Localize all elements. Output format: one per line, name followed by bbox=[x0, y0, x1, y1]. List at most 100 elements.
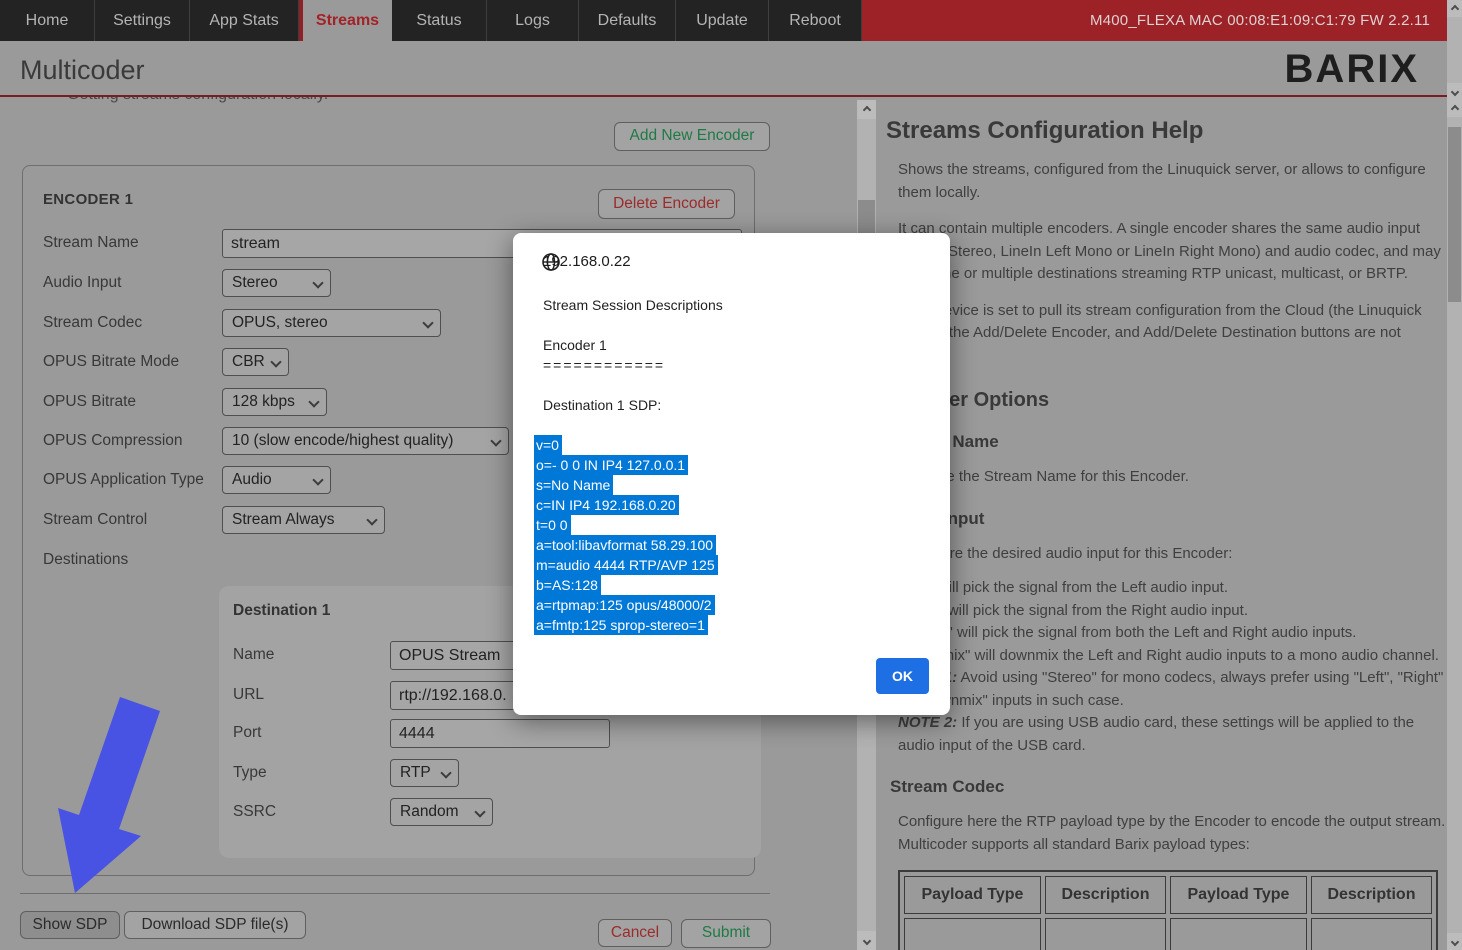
audio-input-select[interactable]: Stereo bbox=[222, 269, 331, 297]
page-header: Multicoder BARIX bbox=[0, 41, 1447, 97]
bitrate-select[interactable]: 128 kbps bbox=[222, 388, 327, 416]
scroll-down-icon[interactable] bbox=[1447, 83, 1462, 100]
submit-button[interactable]: Submit bbox=[681, 919, 771, 948]
help-audio-lines: "Left" will pick the signal from the Lef… bbox=[886, 577, 1447, 757]
compression-value: 10 (slow encode/highest quality) bbox=[232, 432, 453, 449]
dest-ssrc-select[interactable]: Random bbox=[390, 798, 493, 826]
sdp-line: a=rtpmap:125 opus/48000/2 bbox=[534, 595, 715, 615]
tab-status[interactable]: Status bbox=[392, 0, 487, 41]
chevron-down-icon bbox=[270, 356, 281, 367]
app-type-select[interactable]: Audio bbox=[222, 466, 331, 494]
dest-type-select[interactable]: RTP bbox=[390, 759, 459, 787]
chevron-down-icon bbox=[312, 474, 323, 485]
help-heading-audio-input: Audio Input bbox=[890, 509, 1447, 529]
sdp-line: b=AS:128 bbox=[534, 575, 601, 595]
help-line: "Stereo" will pick the signal from both … bbox=[898, 622, 1446, 645]
tab-settings[interactable]: Settings bbox=[95, 0, 190, 41]
dialog-encoder-label: Encoder 1 bbox=[543, 337, 607, 353]
top-frame-scrollbar[interactable] bbox=[1447, 0, 1462, 100]
bitrate-value: 128 kbps bbox=[232, 393, 295, 410]
bitrate-label: OPUS Bitrate bbox=[43, 393, 136, 411]
help-paragraph: If the device is set to pull its stream … bbox=[898, 300, 1446, 368]
help-heading-stream-codec: Stream Codec bbox=[890, 777, 1447, 797]
add-new-encoder-button[interactable]: Add New Encoder bbox=[614, 122, 770, 151]
table-cell bbox=[1045, 918, 1166, 950]
tab-home[interactable]: Home bbox=[0, 0, 95, 41]
dialog-origin: 192.168.0.22 bbox=[543, 253, 631, 270]
bitrate-mode-value: CBR bbox=[232, 353, 265, 370]
top-navbar: Home Settings App Stats Streams Status L… bbox=[0, 0, 1462, 41]
payload-type-table: Payload Type Description Payload Type De… bbox=[898, 870, 1438, 950]
download-sdp-button[interactable]: Download SDP file(s) bbox=[124, 911, 306, 939]
scroll-up-icon[interactable] bbox=[857, 100, 876, 119]
stream-control-select[interactable]: Stream Always bbox=[222, 506, 385, 534]
help-line: "Right" will pick the signal from the Ri… bbox=[898, 600, 1446, 623]
chevron-down-icon bbox=[422, 317, 433, 328]
bitrate-mode-label: OPUS Bitrate Mode bbox=[43, 353, 179, 371]
table-header: Payload Type bbox=[904, 876, 1041, 914]
page: Getting streams configuration locally. H… bbox=[0, 0, 1462, 950]
table-header: Payload Type bbox=[1170, 876, 1307, 914]
tab-logs[interactable]: Logs bbox=[487, 0, 579, 41]
table-header: Description bbox=[1311, 876, 1432, 914]
dest-ssrc-label: SSRC bbox=[233, 803, 276, 821]
annotation-arrow-icon bbox=[40, 680, 180, 910]
tab-streams[interactable]: Streams bbox=[299, 0, 392, 41]
help-paragraph: Configure the desired audio input for th… bbox=[898, 543, 1446, 566]
app-type-value: Audio bbox=[232, 471, 272, 488]
stream-codec-select[interactable]: OPUS, stereo bbox=[222, 309, 441, 337]
scroll-up-icon[interactable] bbox=[1447, 100, 1462, 117]
stream-codec-label: Stream Codec bbox=[43, 314, 142, 332]
encoder-title: ENCODER 1 bbox=[43, 191, 133, 208]
delete-encoder-button[interactable]: Delete Encoder bbox=[598, 189, 735, 219]
bitrate-mode-select[interactable]: CBR bbox=[222, 348, 289, 376]
sdp-line: v=0 bbox=[534, 435, 562, 455]
help-scrollbar[interactable] bbox=[1447, 100, 1462, 950]
tab-app-stats[interactable]: App Stats bbox=[190, 0, 299, 41]
dialog-title: Stream Session Descriptions bbox=[543, 297, 723, 313]
help-title: Streams Configuration Help bbox=[886, 117, 1447, 145]
dest-name-label: Name bbox=[233, 646, 274, 664]
ok-button[interactable]: OK bbox=[876, 658, 929, 694]
scroll-up-icon[interactable] bbox=[1447, 0, 1462, 17]
help-note-2: NOTE 2: If you are using USB audio card,… bbox=[898, 712, 1446, 757]
compression-select[interactable]: 10 (slow encode/highest quality) bbox=[222, 427, 509, 455]
dest-port-input[interactable] bbox=[390, 719, 610, 748]
help-note-1: NOTE 1: Avoid using "Stereo" for mono co… bbox=[898, 667, 1446, 712]
scroll-down-icon[interactable] bbox=[1447, 933, 1462, 950]
sdp-line: a=tool:libavformat 58.29.100 bbox=[534, 535, 716, 555]
sdp-line: o=- 0 0 IN IP4 127.0.0.1 bbox=[534, 455, 688, 475]
chevron-down-icon bbox=[440, 767, 451, 778]
stream-control-label: Stream Control bbox=[43, 511, 147, 529]
table-cell bbox=[1311, 918, 1432, 950]
dest-url-label: URL bbox=[233, 686, 264, 704]
help-line: "Left" will pick the signal from the Lef… bbox=[898, 577, 1446, 600]
table-header: Description bbox=[1045, 876, 1166, 914]
help-heading-encoder-options: Encoder Options bbox=[888, 389, 1447, 412]
destinations-label: Destinations bbox=[43, 551, 128, 569]
scroll-down-icon[interactable] bbox=[857, 931, 876, 950]
dest-type-value: RTP bbox=[400, 764, 431, 781]
table-cell bbox=[1170, 918, 1307, 950]
show-sdp-button[interactable]: Show SDP bbox=[20, 911, 120, 939]
sdp-line: c=IN IP4 192.168.0.20 bbox=[534, 495, 679, 515]
help-paragraph: Shows the streams, configured from the L… bbox=[898, 159, 1446, 204]
cancel-button[interactable]: Cancel bbox=[598, 919, 672, 947]
sdp-line: m=audio 4444 RTP/AVP 125 bbox=[534, 555, 718, 575]
help-paragraph: Configure here the RTP payload type by t… bbox=[898, 811, 1446, 856]
chevron-down-icon bbox=[366, 514, 377, 525]
tab-defaults[interactable]: Defaults bbox=[579, 0, 676, 41]
help-panel: Streams Configuration Help Shows the str… bbox=[876, 97, 1447, 950]
help-line: "Downmix" will downmix the Left and Righ… bbox=[898, 645, 1446, 668]
help-paragraph: It can contain multiple encoders. A sing… bbox=[898, 218, 1446, 286]
help-heading-stream-name: Stream Name bbox=[890, 432, 1447, 452]
destination-title: Destination 1 bbox=[233, 602, 330, 620]
tab-update[interactable]: Update bbox=[676, 0, 769, 41]
chevron-down-icon bbox=[308, 396, 319, 407]
audio-input-value: Stereo bbox=[232, 274, 278, 291]
tab-reboot[interactable]: Reboot bbox=[769, 0, 862, 41]
help-scrollbar-thumb[interactable] bbox=[1448, 127, 1461, 302]
sdp-line: t=0 0 bbox=[534, 515, 571, 535]
sdp-line: s=No Name bbox=[534, 475, 613, 495]
help-paragraph: Set here the Stream Name for this Encode… bbox=[898, 466, 1446, 489]
